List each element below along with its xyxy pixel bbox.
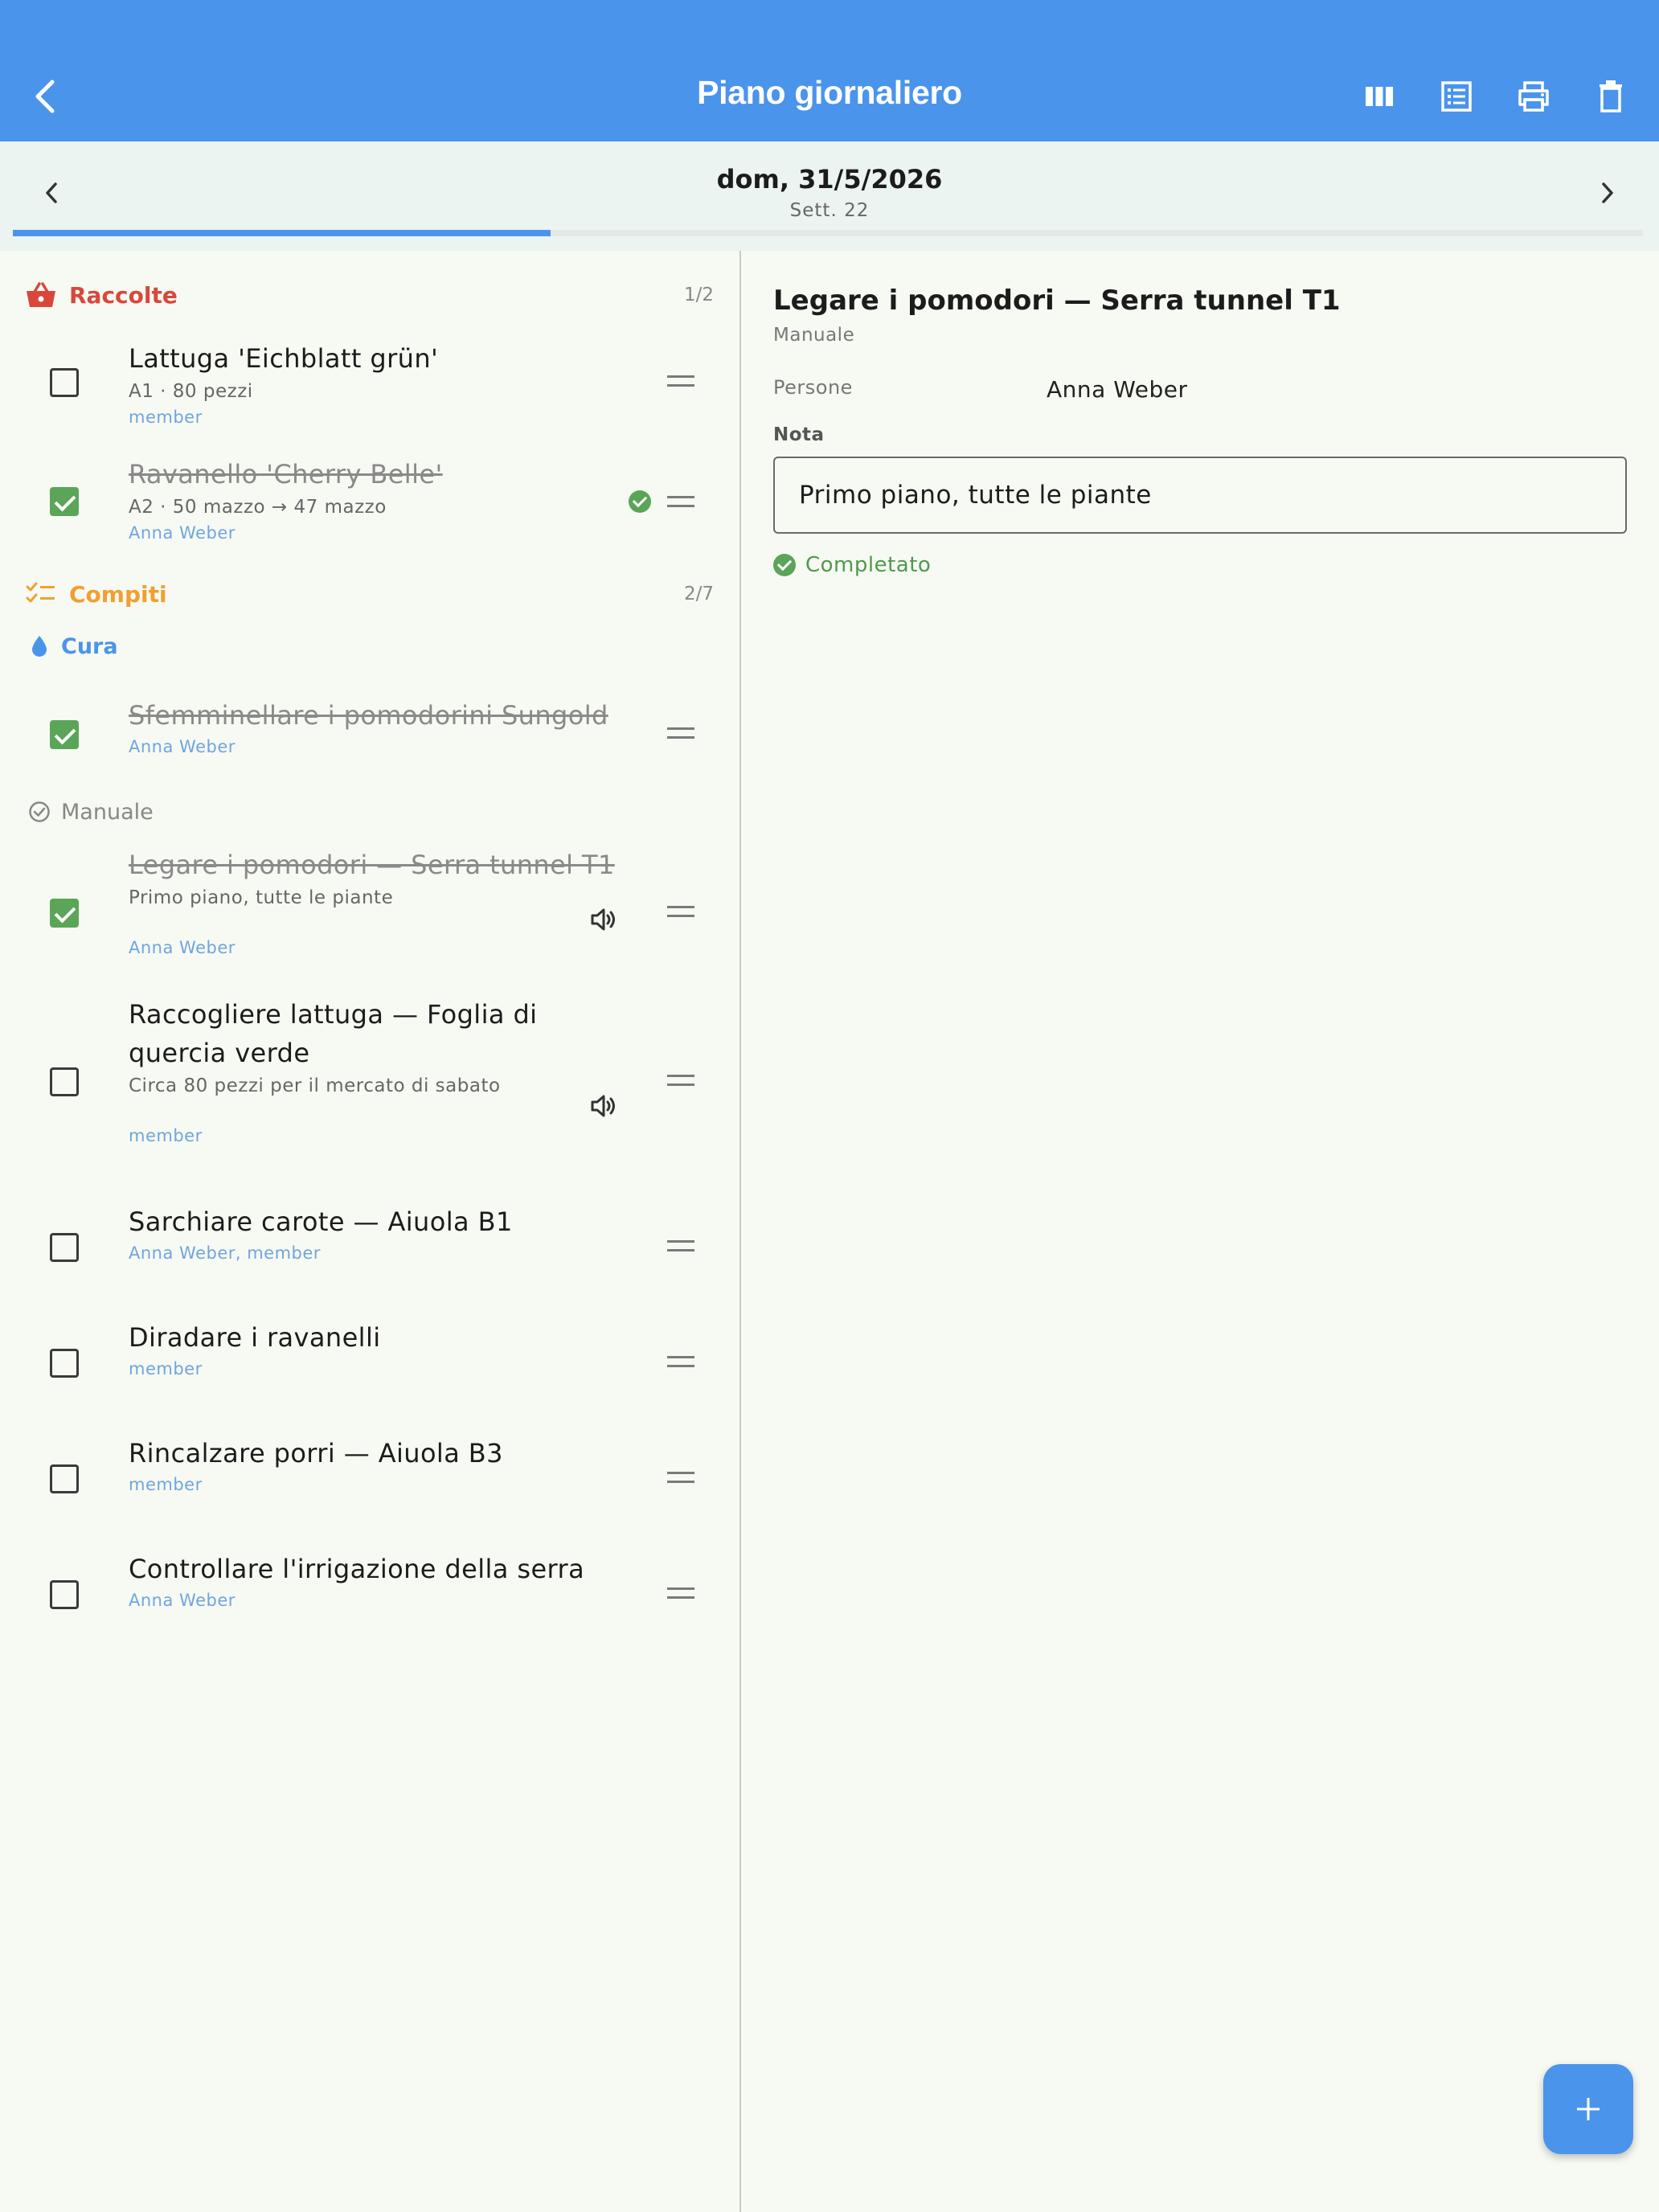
- section-count: 1/2: [683, 285, 714, 305]
- status-text: Completato: [805, 553, 932, 577]
- day-progress-bar: [13, 230, 1643, 236]
- section-tasks: Compiti 2/7: [26, 574, 714, 614]
- item-subtitle: A2 · 50 mazzo → 47 mazzo: [129, 497, 387, 518]
- list-view-icon: [1441, 81, 1472, 112]
- item-assignee: Anna Weber, member: [129, 1243, 321, 1263]
- water-drop-icon: [32, 636, 47, 657]
- drag-handle-icon[interactable]: [667, 1075, 694, 1086]
- note-field[interactable]: [773, 457, 1627, 534]
- completed-icon: [773, 554, 796, 576]
- day-progress-fill: [13, 230, 551, 236]
- speaker-icon: [591, 908, 615, 931]
- columns-view-icon: [1366, 87, 1393, 106]
- item-assignee: member: [129, 1126, 203, 1145]
- section-title: Compiti: [69, 580, 167, 608]
- list-item[interactable]: Diradare i ravanelli member: [0, 1307, 739, 1411]
- status-badge: Completato: [773, 553, 931, 577]
- item-assignee: Anna Weber: [129, 737, 236, 756]
- speaker-button[interactable]: [588, 903, 621, 936]
- drag-handle-icon[interactable]: [667, 1240, 694, 1251]
- detail-category: Manuale: [773, 325, 855, 346]
- item-title: Diradare i ravanelli: [129, 1322, 381, 1353]
- item-title: Lattuga 'Eichblatt grün': [129, 343, 439, 374]
- list-item[interactable]: Sarchiare carote — Aiuola B1 Anna Weber,…: [0, 1191, 739, 1296]
- subsection-title: Cura: [61, 633, 118, 659]
- list-item[interactable]: Controllare l'irrigazione della serra An…: [0, 1538, 739, 1643]
- checkbox[interactable]: [50, 899, 79, 928]
- section-count: 2/7: [683, 584, 714, 604]
- item-assignee: member: [129, 1359, 203, 1378]
- appbar-actions: [1341, 71, 1649, 122]
- trash-icon: [1600, 80, 1622, 113]
- app-bar: Piano giornaliero: [0, 0, 1659, 141]
- print-button[interactable]: [1495, 71, 1572, 122]
- current-date[interactable]: dom, 31/5/2026: [0, 164, 1659, 195]
- subsection-manual: Manuale: [27, 794, 154, 830]
- item-title: Raccogliere lattuga — Foglia di quercia …: [129, 999, 538, 1068]
- next-day-button[interactable]: [1585, 170, 1630, 215]
- list-item[interactable]: Ravanello 'Cherry Belle' A2 · 50 mazzo →…: [0, 444, 739, 548]
- item-assignee: member: [129, 408, 203, 427]
- item-assignee: member: [129, 1475, 203, 1494]
- task-list: Raccolte 1/2 Lattuga 'Eichblatt grün' A1…: [0, 251, 739, 2212]
- columns-view-button[interactable]: [1341, 71, 1418, 122]
- plus-icon: [1577, 2098, 1600, 2120]
- week-number: Sett. 22: [789, 200, 870, 221]
- list-item[interactable]: Raccogliere lattuga — Foglia di quercia …: [0, 990, 739, 1183]
- note-label: Nota: [773, 424, 825, 445]
- detail-panel: Legare i pomodori — Serra tunnel T1 Manu…: [741, 251, 1659, 2212]
- drag-handle-icon[interactable]: [667, 375, 694, 387]
- item-assignee: Anna Weber: [129, 938, 236, 957]
- chevron-right-icon: [1602, 182, 1613, 203]
- add-task-button[interactable]: [1543, 2064, 1633, 2154]
- checkbox[interactable]: [50, 1464, 79, 1493]
- item-title: Ravanello 'Cherry Belle': [129, 459, 443, 490]
- checklist-icon: [26, 582, 55, 603]
- basket-icon: [27, 282, 55, 307]
- checkbox[interactable]: [50, 1349, 79, 1378]
- item-title: Legare i pomodori — Serra tunnel T1: [129, 850, 615, 880]
- list-item[interactable]: Sfemminellare i pomodorini Sungold Anna …: [0, 680, 739, 784]
- checkbox[interactable]: [50, 487, 79, 516]
- item-title: Rincalzare porri — Aiuola B3: [129, 1438, 503, 1469]
- check-circle-icon: [29, 801, 50, 822]
- item-subtitle: A1 · 80 pezzi: [129, 381, 253, 402]
- checkbox[interactable]: [50, 720, 79, 749]
- speaker-icon: [591, 1095, 615, 1117]
- print-icon: [1518, 81, 1549, 112]
- drag-handle-icon[interactable]: [667, 1587, 694, 1599]
- checkbox[interactable]: [50, 1580, 79, 1609]
- drag-handle-icon[interactable]: [667, 906, 694, 917]
- section-title: Raccolte: [69, 281, 178, 309]
- item-assignee: Anna Weber: [129, 523, 236, 543]
- persons-value: Anna Weber: [1047, 376, 1188, 403]
- delete-button[interactable]: [1572, 71, 1649, 122]
- item-title: Controllare l'irrigazione della serra: [129, 1554, 585, 1584]
- subsection-title: Manuale: [61, 799, 154, 825]
- item-title: Sarchiare carote — Aiuola B1: [129, 1206, 513, 1237]
- item-assignee: Anna Weber: [129, 1591, 236, 1610]
- detail-title: Legare i pomodori — Serra tunnel T1: [773, 285, 1341, 317]
- item-subtitle: Circa 80 pezzi per il mercato di sabato: [129, 1075, 501, 1096]
- subsection-care: Cura: [27, 629, 118, 664]
- completed-icon: [629, 490, 651, 513]
- item-title: Sfemminellare i pomodorini Sungold: [129, 700, 608, 731]
- item-subtitle: Primo piano, tutte le piante: [129, 887, 394, 908]
- drag-handle-icon[interactable]: [667, 1356, 694, 1367]
- drag-handle-icon[interactable]: [667, 496, 694, 507]
- list-item[interactable]: Lattuga 'Eichblatt grün' A1 · 80 pezzi m…: [0, 328, 739, 432]
- drag-handle-icon[interactable]: [667, 1472, 694, 1483]
- speaker-button[interactable]: [588, 1090, 621, 1122]
- checkbox[interactable]: [50, 1067, 79, 1096]
- list-view-button[interactable]: [1418, 71, 1495, 122]
- list-item-selected[interactable]: Legare i pomodori — Serra tunnel T1 Prim…: [0, 838, 739, 982]
- checkbox[interactable]: [50, 1233, 79, 1262]
- checkbox[interactable]: [50, 368, 79, 397]
- section-harvests: Raccolte 1/2: [26, 275, 714, 315]
- persons-label: Persone: [773, 376, 853, 399]
- drag-handle-icon[interactable]: [667, 727, 694, 739]
- list-item[interactable]: Rincalzare porri — Aiuola B3 member: [0, 1423, 739, 1527]
